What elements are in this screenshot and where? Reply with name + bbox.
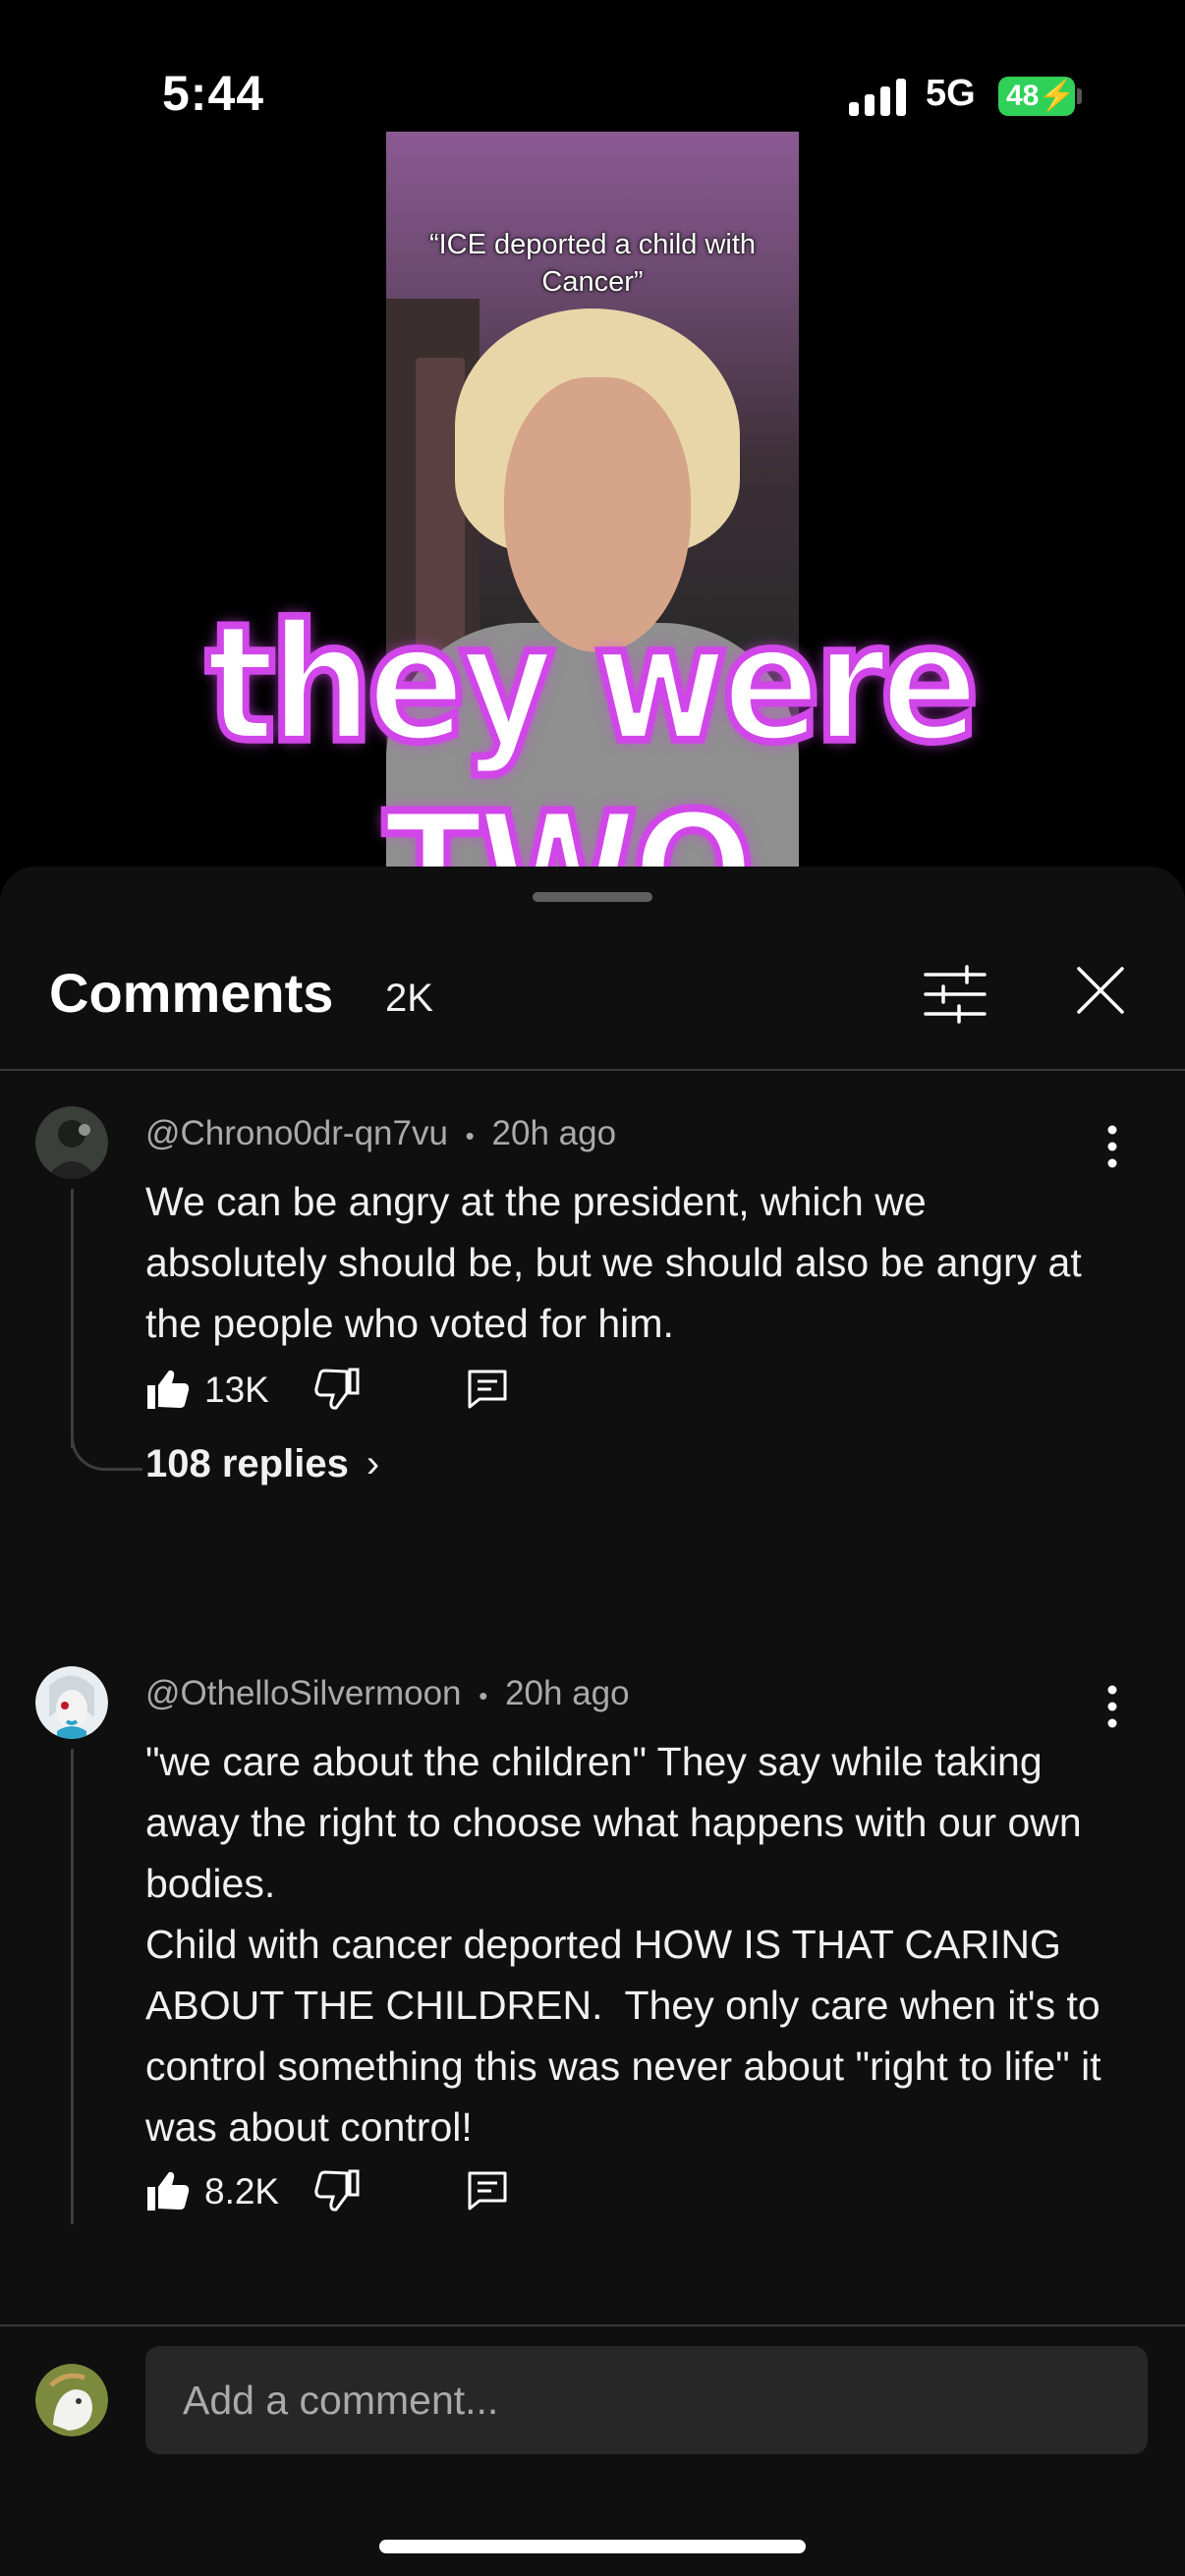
comment-time: 20h ago [491, 1114, 617, 1152]
comment-time: 20h ago [505, 1674, 630, 1712]
composer-divider [0, 2324, 1185, 2326]
signal-icon [849, 77, 908, 116]
avatar-image-icon [35, 1666, 108, 1739]
battery-nub [1077, 88, 1082, 104]
replies-connector [71, 1428, 142, 1471]
sort-filter-icon[interactable] [922, 965, 988, 1024]
more-options-icon[interactable] [1095, 1682, 1130, 1731]
comment-item: @OthelloSilvermoon • 20h ago "we care ab… [0, 1666, 1185, 2224]
reply-icon[interactable] [466, 2169, 509, 2212]
like-count: 13K [204, 1370, 269, 1410]
comment-actions: 8.2K [145, 2161, 735, 2220]
replies-label: 108 replies [145, 1442, 349, 1485]
comment-author[interactable]: @OthelloSilvermoon [145, 1674, 462, 1712]
meta-separator: • [465, 1121, 475, 1150]
header-divider [0, 1069, 1185, 1071]
user-avatar[interactable] [35, 2364, 108, 2436]
comment-item: @Chrono0dr-qn7vu • 20h ago We can be ang… [0, 1106, 1185, 1539]
more-options-icon[interactable] [1095, 1122, 1130, 1171]
comment-composer [0, 2324, 1185, 2576]
add-comment-input[interactable] [145, 2346, 1148, 2454]
avatar-image-icon [35, 2364, 108, 2436]
drag-handle[interactable] [533, 892, 652, 902]
home-indicator[interactable] [379, 2540, 806, 2553]
like-icon[interactable] [145, 2169, 191, 2212]
avatar-image-icon [35, 1106, 108, 1179]
battery-level: 48 [1006, 80, 1040, 112]
comment-meta: @Chrono0dr-qn7vu • 20h ago [145, 1114, 616, 1153]
status-bar: 5:44 5G 48⚡ [0, 0, 1185, 128]
network-type: 5G [926, 73, 976, 114]
battery-charging-icon: 48⚡ [998, 77, 1076, 116]
comment-actions: 13K [145, 1360, 735, 1419]
comments-title: Comments [49, 962, 334, 1024]
view-replies-link[interactable]: 108 replies › [145, 1442, 379, 1486]
video-caption: “ICE deported a child with Cancer” [428, 229, 757, 298]
comment-text: "we care about the children" They say wh… [145, 1739, 1101, 2150]
comment-meta: @OthelloSilvermoon • 20h ago [145, 1674, 630, 1713]
comments-count: 2K [385, 977, 433, 1020]
comment-author[interactable]: @Chrono0dr-qn7vu [145, 1114, 448, 1152]
reply-icon[interactable] [466, 1368, 509, 1411]
dislike-icon[interactable] [314, 1368, 360, 1411]
status-time: 5:44 [162, 66, 265, 121]
close-icon[interactable] [1073, 963, 1128, 1018]
like-count: 8.2K [204, 2171, 280, 2212]
comments-sheet: Comments 2K @Chrono0dr-qn7vu • 20h ago W… [0, 867, 1185, 2576]
thread-line [71, 1749, 74, 2224]
dislike-icon[interactable] [314, 2169, 360, 2212]
meta-separator: • [479, 1681, 488, 1710]
comment-text: We can be angry at the president, which … [145, 1179, 1094, 1346]
avatar[interactable] [35, 1666, 108, 1739]
avatar[interactable] [35, 1106, 108, 1179]
thread-line [71, 1189, 74, 1448]
chevron-right-icon: › [366, 1442, 380, 1485]
like-icon[interactable] [145, 1368, 191, 1411]
